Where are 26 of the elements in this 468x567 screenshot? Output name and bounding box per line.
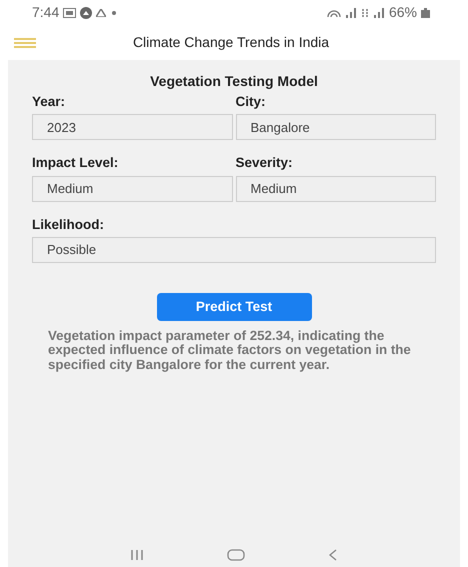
predict-button[interactable]: Predict Test xyxy=(156,292,312,321)
signal-icon xyxy=(372,8,385,18)
input-field[interactable]: Possible xyxy=(32,236,436,263)
home-icon[interactable] xyxy=(226,549,245,561)
hotspot-icon xyxy=(326,8,341,18)
form-title: Vegetation Testing Model xyxy=(149,74,319,88)
field-label: City: xyxy=(236,93,266,111)
input-field[interactable]: Medium xyxy=(32,176,232,202)
input-field[interactable]: 2023 xyxy=(32,114,232,140)
input-field[interactable]: Medium xyxy=(236,176,436,202)
menu-icon[interactable] xyxy=(14,38,36,48)
signal-icon xyxy=(344,8,357,18)
battery-percentage: 66% xyxy=(388,3,417,22)
field-label: Year: xyxy=(32,93,66,111)
app-title: Climate Change Trends in India xyxy=(132,33,330,52)
result-text: Vegetation impact parameter of 252.34, indicating the expected influence of climate factors on vegetation in the specified city Bangalore for the current year. xyxy=(47,328,412,373)
recent-apps-icon[interactable] xyxy=(130,549,144,561)
gallery-icon xyxy=(63,8,76,18)
battery-icon xyxy=(421,8,430,18)
field-label: Impact Level: xyxy=(32,154,120,172)
field-label: Likelihood: xyxy=(32,216,105,234)
back-icon[interactable] xyxy=(328,549,338,561)
status-time: 7:44 xyxy=(32,3,60,22)
field-label: Severity: xyxy=(236,154,294,172)
dot-icon xyxy=(110,8,118,16)
input-field[interactable]: Bangalore xyxy=(236,114,436,140)
